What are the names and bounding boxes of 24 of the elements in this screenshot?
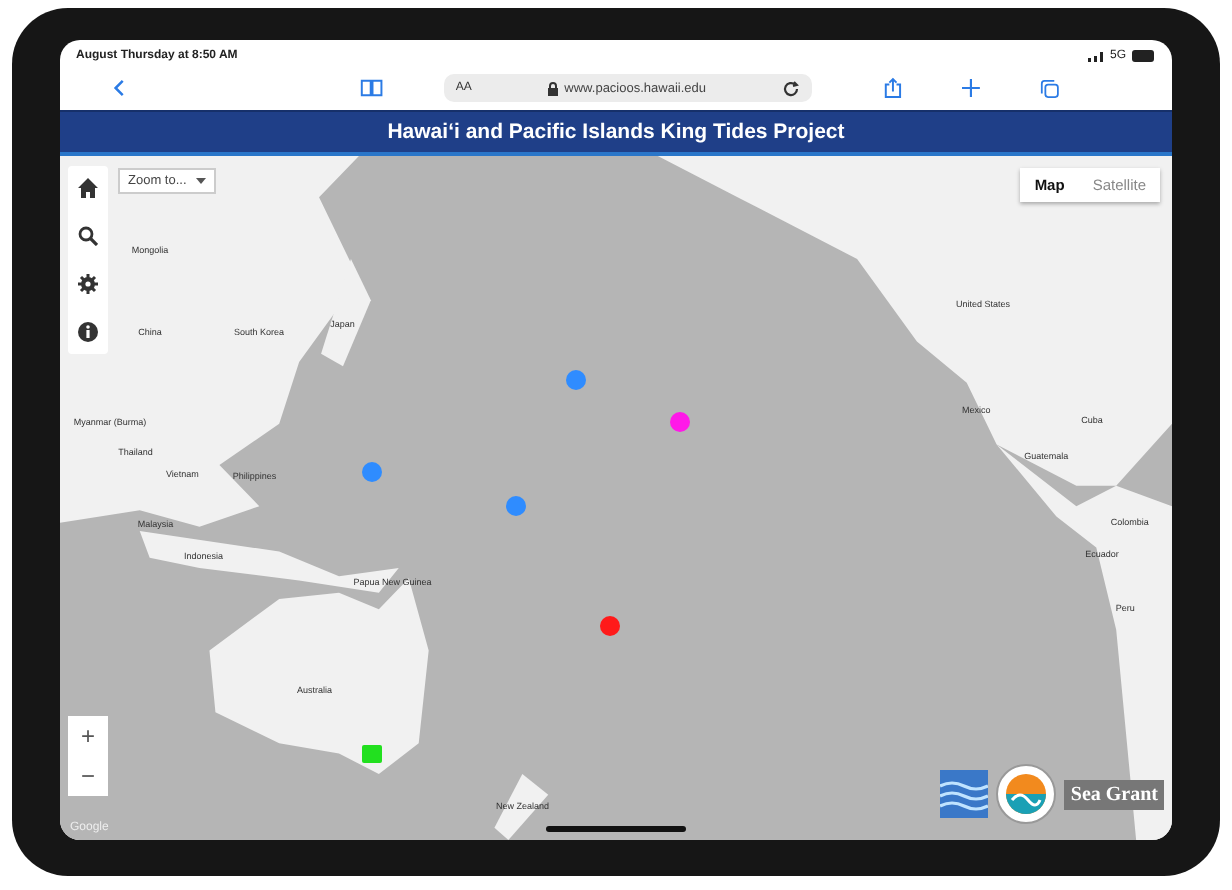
map-marker[interactable] [565,370,586,391]
tabs-icon[interactable] [1040,77,1060,99]
sea-grant-logo: Sea Grant [1064,779,1164,809]
home-indicator [546,826,686,832]
signal-icon [1087,51,1104,61]
map-marker[interactable] [505,496,526,517]
settings-icon[interactable] [78,274,98,294]
wave-emblem-icon [996,764,1057,824]
chevron-icon [196,178,207,184]
map-marker[interactable] [669,412,690,433]
search-icon[interactable] [78,226,98,246]
waves-logo-icon [940,770,989,818]
info-icon[interactable] [78,322,98,342]
battery-icon [1132,50,1156,62]
share-icon[interactable] [884,76,903,100]
book-icon[interactable] [360,78,384,98]
map-marker[interactable] [362,461,383,482]
map-marker[interactable] [600,615,621,636]
lock-icon [548,81,559,95]
reload-icon[interactable] [782,79,801,97]
home-icon[interactable] [78,178,98,198]
back-icon[interactable] [112,78,125,98]
new-tab-icon[interactable] [962,78,981,98]
page-title: Hawaiʻi and Pacific Islands King Tides Project [387,120,845,144]
